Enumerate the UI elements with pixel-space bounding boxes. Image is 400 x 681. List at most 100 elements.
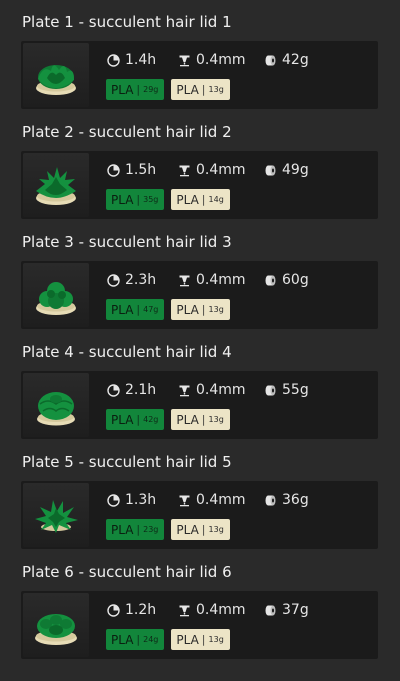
print-time-value: 1.4h bbox=[125, 52, 157, 68]
clock-icon bbox=[107, 603, 120, 617]
filament-badge: PLA | 24g bbox=[106, 629, 165, 650]
nozzle-size: 0.4mm bbox=[178, 490, 246, 510]
filament-weight: 60g bbox=[264, 270, 309, 290]
filament-badge: PLA | 13g bbox=[171, 519, 230, 540]
print-time-value: 2.1h bbox=[125, 382, 157, 398]
plate-thumbnail[interactable] bbox=[23, 43, 89, 107]
filament-amount: 13g bbox=[208, 305, 224, 314]
filament-spool-icon bbox=[264, 494, 277, 507]
nozzle-size: 0.4mm bbox=[178, 50, 246, 70]
filament-separator: | bbox=[136, 193, 141, 206]
plate-card[interactable]: 1.5h 0.4mm 49g PLA | 35g PLA | 14g bbox=[21, 151, 378, 219]
plate-item[interactable]: Plate 3 - succulent hair lid 3 2.3h 0.4m… bbox=[0, 220, 400, 330]
plate-card[interactable]: 1.3h 0.4mm 36g PLA | 23g PLA | 13g bbox=[21, 481, 378, 549]
nozzle-size: 0.4mm bbox=[178, 600, 246, 620]
filament-weight: 42g bbox=[264, 50, 309, 70]
plate-card[interactable]: 1.4h 0.4mm 42g PLA | 29g PLA | 13g bbox=[21, 41, 378, 109]
plate-thumbnail[interactable] bbox=[23, 373, 89, 437]
nozzle-size-value: 0.4mm bbox=[196, 52, 246, 68]
filament-separator: | bbox=[136, 633, 141, 646]
nozzle-size-value: 0.4mm bbox=[196, 162, 246, 178]
nozzle-icon bbox=[178, 54, 191, 67]
nozzle-icon bbox=[178, 274, 191, 287]
filament-type: PLA bbox=[111, 522, 134, 537]
plate-item[interactable]: Plate 4 - succulent hair lid 4 2.1h 0.4m… bbox=[0, 330, 400, 440]
filament-amount: 13g bbox=[208, 85, 224, 94]
filament-weight-value: 36g bbox=[282, 492, 309, 508]
plate-card[interactable]: 2.3h 0.4mm 60g PLA | 47g PLA | 13g bbox=[21, 261, 378, 329]
filament-type: PLA bbox=[111, 82, 134, 97]
plate-thumbnail[interactable] bbox=[23, 593, 89, 657]
filament-separator: | bbox=[201, 303, 206, 316]
filament-type: PLA bbox=[176, 632, 199, 647]
nozzle-size-value: 0.4mm bbox=[196, 492, 246, 508]
plate-item[interactable]: Plate 5 - succulent hair lid 5 1.3h 0.4m… bbox=[0, 440, 400, 550]
clock-icon bbox=[107, 163, 120, 177]
filament-separator: | bbox=[136, 303, 141, 316]
filament-badges: PLA | 23g PLA | 13g bbox=[106, 519, 230, 540]
filament-weight: 37g bbox=[264, 600, 309, 620]
filament-badge: PLA | 29g bbox=[106, 79, 165, 100]
plate-item[interactable]: Plate 6 - succulent hair lid 6 1.2h 0.4m… bbox=[0, 550, 400, 660]
print-time-value: 2.3h bbox=[125, 272, 157, 288]
plate-card[interactable]: 2.1h 0.4mm 55g PLA | 42g PLA | 13g bbox=[21, 371, 378, 439]
plate-thumbnail[interactable] bbox=[23, 263, 89, 327]
filament-badges: PLA | 47g PLA | 13g bbox=[106, 299, 230, 320]
filament-amount: 13g bbox=[208, 525, 224, 534]
plate-title: Plate 2 - succulent hair lid 2 bbox=[22, 123, 232, 141]
nozzle-size-value: 0.4mm bbox=[196, 382, 246, 398]
filament-weight-value: 49g bbox=[282, 162, 309, 178]
filament-amount: 13g bbox=[208, 635, 224, 644]
filament-separator: | bbox=[201, 413, 206, 426]
filament-badge: PLA | 13g bbox=[171, 79, 230, 100]
print-time-value: 1.3h bbox=[125, 492, 157, 508]
filament-badge: PLA | 13g bbox=[171, 409, 230, 430]
plate-card[interactable]: 1.2h 0.4mm 37g PLA | 24g PLA | 13g bbox=[21, 591, 378, 659]
plate-thumbnail[interactable] bbox=[23, 483, 89, 547]
filament-badge: PLA | 35g bbox=[106, 189, 165, 210]
filament-separator: | bbox=[136, 83, 141, 96]
filament-amount: 35g bbox=[143, 195, 159, 204]
nozzle-icon bbox=[178, 494, 191, 507]
filament-amount: 42g bbox=[143, 415, 159, 424]
print-time: 1.4h bbox=[107, 50, 156, 70]
filament-separator: | bbox=[201, 523, 206, 536]
filament-badges: PLA | 42g PLA | 13g bbox=[106, 409, 230, 430]
succulent-model-icon bbox=[36, 282, 76, 315]
clock-icon bbox=[107, 53, 120, 67]
print-time-value: 1.5h bbox=[125, 162, 157, 178]
print-time: 1.2h bbox=[107, 600, 156, 620]
filament-weight: 55g bbox=[264, 380, 309, 400]
filament-weight: 49g bbox=[264, 160, 309, 180]
filament-separator: | bbox=[136, 523, 141, 536]
filament-type: PLA bbox=[111, 412, 134, 427]
filament-spool-icon bbox=[264, 164, 277, 177]
nozzle-icon bbox=[178, 384, 191, 397]
filament-weight-value: 60g bbox=[282, 272, 309, 288]
filament-type: PLA bbox=[111, 632, 134, 647]
succulent-model-icon bbox=[37, 392, 75, 426]
filament-badge: PLA | 42g bbox=[106, 409, 165, 430]
succulent-model-icon bbox=[36, 167, 76, 205]
filament-separator: | bbox=[201, 193, 206, 206]
plate-title: Plate 3 - succulent hair lid 3 bbox=[22, 233, 232, 251]
filament-amount: 13g bbox=[208, 415, 224, 424]
print-time-value: 1.2h bbox=[125, 602, 157, 618]
filament-badge: PLA | 23g bbox=[106, 519, 165, 540]
filament-type: PLA bbox=[176, 522, 199, 537]
succulent-model-icon bbox=[35, 500, 78, 533]
filament-weight-value: 37g bbox=[282, 602, 309, 618]
filament-weight: 36g bbox=[264, 490, 309, 510]
filament-badges: PLA | 24g PLA | 13g bbox=[106, 629, 230, 650]
succulent-model-icon bbox=[36, 65, 76, 95]
filament-spool-icon bbox=[264, 54, 277, 67]
succulent-model-icon bbox=[35, 614, 77, 645]
filament-badge: PLA | 13g bbox=[171, 629, 230, 650]
print-time: 2.3h bbox=[107, 270, 156, 290]
plate-item[interactable]: Plate 1 - succulent hair lid 1 1.4h 0.4m… bbox=[0, 0, 400, 110]
clock-icon bbox=[107, 273, 120, 287]
plate-item[interactable]: Plate 2 - succulent hair lid 2 1.5h 0.4m… bbox=[0, 110, 400, 220]
filament-spool-icon bbox=[264, 384, 277, 397]
filament-weight-value: 42g bbox=[282, 52, 309, 68]
plate-thumbnail[interactable] bbox=[23, 153, 89, 217]
